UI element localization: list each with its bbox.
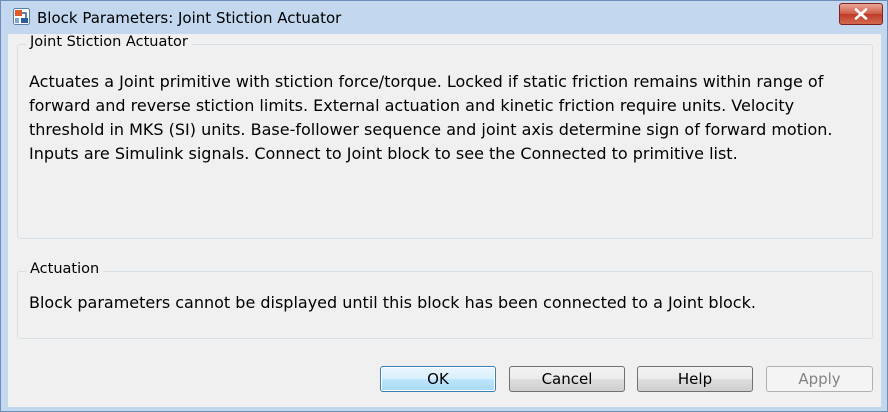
description-group: Joint Stiction Actuator Actuates a Joint… bbox=[17, 34, 873, 239]
help-button[interactable]: Help bbox=[637, 366, 753, 392]
simulink-block-icon bbox=[13, 8, 30, 25]
actuation-group: Actuation Block parameters cannot be dis… bbox=[17, 261, 873, 339]
close-icon bbox=[854, 8, 868, 20]
dialog-window: Block Parameters: Joint Stiction Actuato… bbox=[0, 0, 888, 412]
cancel-button[interactable]: Cancel bbox=[509, 366, 625, 392]
description-group-label: Joint Stiction Actuator bbox=[26, 34, 192, 50]
apply-button: Apply bbox=[766, 366, 873, 392]
block-description: Actuates a Joint primitive with stiction… bbox=[29, 72, 833, 163]
close-button[interactable] bbox=[839, 3, 883, 25]
title-bar[interactable]: Block Parameters: Joint Stiction Actuato… bbox=[1, 1, 887, 33]
ok-button[interactable]: OK bbox=[380, 366, 496, 392]
actuation-group-label: Actuation bbox=[26, 261, 104, 277]
dialog-client-area: Joint Stiction Actuator Actuates a Joint… bbox=[8, 34, 881, 407]
window-title: Block Parameters: Joint Stiction Actuato… bbox=[37, 9, 342, 27]
actuation-message: Block parameters cannot be displayed unt… bbox=[29, 293, 756, 312]
